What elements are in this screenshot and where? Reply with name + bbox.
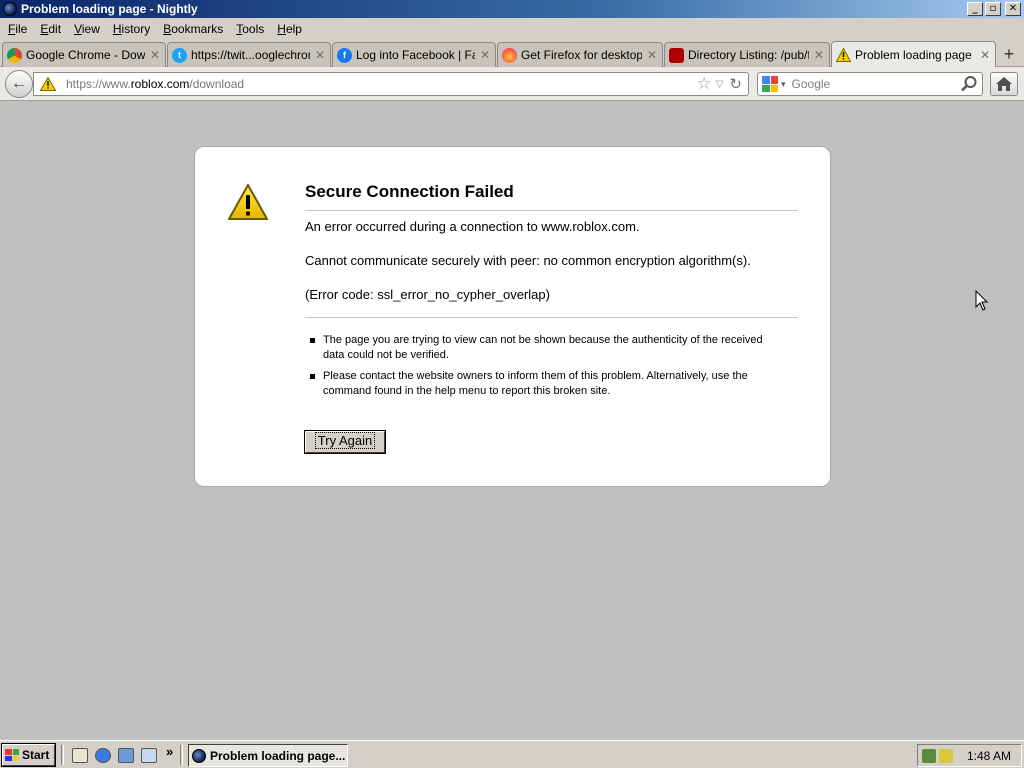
warning-icon (836, 48, 851, 63)
home-icon (996, 77, 1012, 91)
menu-file[interactable]: File (4, 22, 31, 36)
search-input[interactable]: Google (792, 77, 960, 91)
divider (305, 317, 798, 318)
facebook-icon: f (337, 47, 352, 63)
clock[interactable]: 1:48 AM (967, 749, 1011, 763)
system-tray: 1:48 AM (917, 744, 1022, 767)
quick-launch-more-icon[interactable]: » (166, 744, 173, 759)
reload-icon[interactable]: ↻ (729, 75, 742, 93)
menu-tools[interactable]: Tools (232, 22, 268, 36)
menu-help[interactable]: Help (273, 22, 306, 36)
tab-strip: Google Chrome - Downl... ✕ t https://twi… (0, 39, 1024, 68)
tab-label: https://twit...ooglechrome (191, 48, 310, 62)
search-desktop-icon[interactable] (141, 748, 157, 763)
firefox-icon (502, 47, 517, 63)
maximize-button[interactable]: ▫ (985, 2, 1001, 16)
tab-close-icon[interactable]: ✕ (149, 48, 161, 62)
tab-close-icon[interactable]: ✕ (314, 48, 326, 62)
security-icon[interactable] (939, 748, 953, 763)
error-message-peer: Cannot communicate securely with peer: n… (305, 253, 751, 268)
search-icon[interactable] (960, 75, 978, 93)
tab-problem-loading[interactable]: Problem loading page ✕ (831, 41, 996, 68)
show-desktop-icon[interactable] (72, 748, 88, 763)
engine-dropdown-icon[interactable]: ▾ (781, 79, 786, 90)
tab-facebook[interactable]: f Log into Facebook | Fac... ✕ (332, 42, 496, 67)
tab-get-firefox[interactable]: Get Firefox for desktop –... ✕ (497, 42, 663, 67)
warning-triangle-icon (228, 184, 268, 220)
tab-close-icon[interactable]: ✕ (979, 48, 991, 62)
start-label: Start (22, 748, 50, 762)
windows-logo-icon (5, 749, 19, 761)
bookmark-star-icon[interactable]: ☆ (696, 74, 711, 94)
menu-history[interactable]: History (109, 22, 154, 36)
menu-edit[interactable]: Edit (36, 22, 65, 36)
history-dropdown-icon[interactable]: ▽ (716, 79, 724, 90)
nightly-app-icon (192, 748, 206, 763)
window-titlebar[interactable]: Problem loading page - Nightly _ ▫ ✕ (0, 0, 1024, 18)
tab-close-icon[interactable]: ✕ (479, 48, 491, 62)
taskbar-separator (61, 745, 64, 765)
error-details-list: The page you are trying to view can not … (305, 333, 775, 405)
search-bar[interactable]: ▾ Google (757, 72, 983, 96)
tab-label: Get Firefox for desktop –... (521, 48, 642, 62)
error-message-connection: An error occurred during a connection to… (305, 219, 640, 234)
navigation-toolbar: https://www.roblox.com/download ☆ ▽ ↻ ← … (0, 67, 1024, 101)
window-title: Problem loading page - Nightly (21, 2, 198, 16)
error-code: (Error code: ssl_error_no_cypher_overlap… (305, 287, 550, 302)
tab-close-icon[interactable]: ✕ (646, 48, 658, 62)
google-engine-icon[interactable] (762, 76, 778, 92)
site-warning-icon[interactable] (40, 77, 56, 91)
close-window-button[interactable]: ✕ (1005, 2, 1021, 16)
list-item: The page you are trying to view can not … (305, 333, 775, 363)
nightly-app-icon (3, 2, 17, 16)
outlook-express-icon[interactable] (118, 748, 134, 763)
tab-label: Google Chrome - Downl... (26, 48, 145, 62)
directory-icon (669, 47, 684, 63)
url-bar[interactable]: https://www.roblox.com/download ☆ ▽ ↻ (33, 72, 749, 96)
taskbar-item-nightly[interactable]: Problem loading page... (188, 744, 348, 767)
tab-directory-listing[interactable]: Directory Listing: /pub/fir... ✕ (664, 42, 830, 67)
tab-label: Problem loading page (855, 48, 972, 62)
taskbar-separator (180, 745, 183, 765)
mouse-cursor-icon (975, 290, 989, 311)
new-tab-button[interactable]: + (998, 44, 1020, 66)
error-dialog: Secure Connection Failed An error occurr… (194, 146, 831, 487)
tab-label: Log into Facebook | Fac... (356, 48, 475, 62)
tab-label: Directory Listing: /pub/fir... (688, 48, 809, 62)
menu-bar: File Edit View History Bookmarks Tools H… (0, 18, 1024, 39)
back-button[interactable]: ← (5, 70, 33, 98)
taskbar: Start » Problem loading page... 1:48 AM (0, 740, 1024, 768)
error-title: Secure Connection Failed (305, 182, 798, 211)
page-content: Secure Connection Failed An error occurr… (0, 102, 1024, 740)
minimize-button[interactable]: _ (967, 2, 983, 16)
list-item: Please contact the website owners to inf… (305, 369, 775, 399)
tab-twitter[interactable]: t https://twit...ooglechrome ✕ (167, 42, 331, 67)
internet-explorer-icon[interactable] (95, 748, 111, 763)
start-button[interactable]: Start (1, 743, 56, 767)
network-icon[interactable] (922, 748, 936, 763)
menu-bookmarks[interactable]: Bookmarks (159, 22, 227, 36)
tab-google-chrome[interactable]: Google Chrome - Downl... ✕ (2, 42, 166, 67)
try-again-button[interactable]: Try Again (304, 430, 386, 454)
chrome-icon (7, 47, 22, 63)
menu-view[interactable]: View (70, 22, 104, 36)
home-button[interactable] (990, 72, 1018, 96)
twitter-icon: t (172, 47, 187, 63)
url-text[interactable]: https://www.roblox.com/download (66, 77, 696, 91)
tab-close-icon[interactable]: ✕ (813, 48, 825, 62)
taskbar-item-label: Problem loading page... (210, 748, 346, 763)
